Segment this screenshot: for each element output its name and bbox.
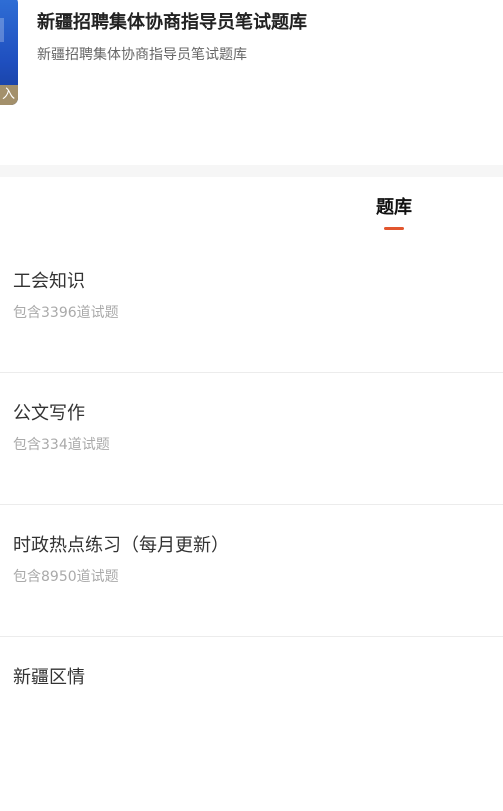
bank-question-count: 包含3396道试题 — [13, 305, 119, 321]
bank-name: 工会知识 — [13, 271, 85, 292]
tab-bar: 题库 — [0, 177, 503, 241]
question-bank-item[interactable]: 工会知识 包含3396道试题 — [0, 241, 503, 373]
cover-tag: 入 — [0, 85, 18, 105]
bank-name: 公文写作 — [13, 403, 85, 424]
book-header: 入 新疆招聘集体协商指导员笔试题库 新疆招聘集体协商指导员笔试题库 — [0, 0, 503, 123]
question-bank-item[interactable]: 公文写作 包含334道试题 — [0, 373, 503, 505]
bank-name: 时政热点练习（每月更新） — [13, 535, 229, 556]
question-bank-list: 工会知识 包含3396道试题 公文写作 包含334道试题 时政热点练习（每月更新… — [0, 241, 503, 769]
cover-stripe — [0, 18, 4, 42]
book-cover-image[interactable]: 入 — [0, 0, 18, 105]
tab-question-bank[interactable]: 题库 — [364, 195, 424, 235]
question-bank-item[interactable]: 新疆区情 — [0, 637, 503, 769]
book-title: 新疆招聘集体协商指导员笔试题库 — [37, 12, 307, 33]
tab-label: 题库 — [376, 197, 412, 218]
book-subtitle: 新疆招聘集体协商指导员笔试题库 — [37, 47, 247, 63]
bank-question-count: 包含334道试题 — [13, 437, 110, 453]
section-divider — [0, 165, 503, 177]
bank-name: 新疆区情 — [13, 667, 85, 688]
bank-question-count: 包含8950道试题 — [13, 569, 119, 585]
question-bank-item[interactable]: 时政热点练习（每月更新） 包含8950道试题 — [0, 505, 503, 637]
active-tab-indicator — [384, 227, 404, 230]
